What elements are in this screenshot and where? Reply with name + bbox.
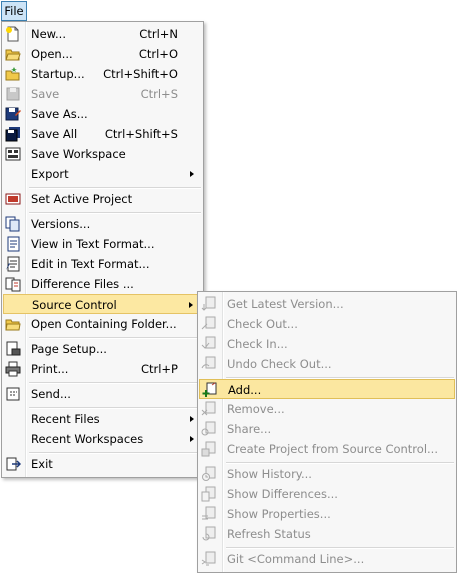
menu-bar: File — [0, 0, 457, 22]
exit-icon — [5, 456, 21, 472]
printer-icon — [5, 361, 21, 377]
menu-separator — [226, 462, 454, 463]
versions-icon — [5, 216, 21, 232]
folder-icon — [5, 316, 21, 332]
history-icon — [201, 466, 217, 482]
sc-item-add[interactable]: Add... — [199, 379, 455, 399]
menu-item-new[interactable]: New... Ctrl+N — [3, 24, 202, 44]
command-line-icon — [201, 551, 217, 567]
menu-item-print[interactable]: Print... Ctrl+P — [3, 359, 202, 379]
menu-item-save-workspace[interactable]: Save Workspace — [3, 144, 202, 164]
menu-item-edit-text-format[interactable]: Edit in Text Format... — [3, 254, 202, 274]
menu-item-recent-workspaces[interactable]: Recent Workspaces — [3, 429, 202, 449]
sc-item-git-command-line[interactable]: Git <Command Line>... — [199, 549, 455, 569]
menu-item-open-containing-folder[interactable]: Open Containing Folder... — [3, 314, 202, 334]
menu-separator — [29, 187, 201, 188]
menu-item-exit[interactable]: Exit — [3, 454, 202, 474]
sc-item-remove[interactable]: Remove... — [199, 399, 455, 419]
edit-text-icon — [5, 256, 21, 272]
open-folder-icon — [5, 46, 21, 62]
menu-item-difference-files[interactable]: Difference Files ... — [3, 274, 202, 294]
sc-item-undo-check-out[interactable]: Undo Check Out... — [199, 354, 455, 374]
refresh-icon — [201, 526, 217, 542]
menu-item-open[interactable]: Open... Ctrl+O — [3, 44, 202, 64]
menu-item-save-all[interactable]: Save All Ctrl+Shift+S — [3, 124, 202, 144]
sc-item-share[interactable]: Share... — [199, 419, 455, 439]
properties-icon — [201, 506, 217, 522]
save-disk-icon — [5, 86, 21, 102]
remove-icon — [201, 401, 217, 417]
differences-icon — [201, 486, 217, 502]
send-icon — [5, 386, 21, 402]
sc-item-refresh-status[interactable]: Refresh Status — [199, 524, 455, 544]
share-icon — [201, 421, 217, 437]
check-in-icon — [201, 336, 217, 352]
menu-item-set-active-project[interactable]: Set Active Project — [3, 189, 202, 209]
project-icon — [5, 191, 21, 207]
undo-check-out-icon — [201, 356, 217, 372]
menu-separator — [29, 382, 201, 383]
add-to-source-control-icon — [202, 382, 218, 398]
startup-folder-icon — [5, 66, 21, 82]
menu-item-save[interactable]: Save Ctrl+S — [3, 84, 202, 104]
menu-item-page-setup[interactable]: Page Setup... — [3, 339, 202, 359]
save-all-icon — [5, 126, 21, 142]
source-control-submenu: Get Latest Version... Check Out... Check… — [197, 291, 457, 573]
menu-item-versions[interactable]: Versions... — [3, 214, 202, 234]
file-menu-button[interactable]: File — [1, 1, 27, 21]
sc-item-show-properties[interactable]: Show Properties... — [199, 504, 455, 524]
submenu-arrow-icon — [190, 171, 194, 177]
sc-item-check-out[interactable]: Check Out... — [199, 314, 455, 334]
menu-item-save-as[interactable]: Save As... — [3, 104, 202, 124]
menu-item-source-control[interactable]: Source Control — [3, 294, 202, 314]
save-as-icon — [5, 106, 21, 122]
menu-item-export[interactable]: Export — [3, 164, 202, 184]
menu-separator — [29, 407, 201, 408]
sc-item-check-in[interactable]: Check In... — [199, 334, 455, 354]
menu-item-send[interactable]: Send... — [3, 384, 202, 404]
menu-item-startup[interactable]: Startup... Ctrl+Shift+O — [3, 64, 202, 84]
file-menu: New... Ctrl+N Open... Ctrl+O Startup... … — [1, 21, 204, 478]
menu-separator — [226, 377, 454, 378]
sc-item-show-differences[interactable]: Show Differences... — [199, 484, 455, 504]
sc-item-create-project[interactable]: Create Project from Source Control... — [199, 439, 455, 459]
menu-separator — [29, 212, 201, 213]
submenu-arrow-icon — [190, 436, 194, 442]
menu-item-recent-files[interactable]: Recent Files — [3, 409, 202, 429]
menu-separator — [29, 337, 201, 338]
diff-files-icon — [5, 276, 21, 292]
menu-separator — [226, 547, 454, 548]
submenu-arrow-icon — [189, 302, 193, 308]
get-latest-icon — [201, 296, 217, 312]
page-setup-icon — [5, 341, 21, 357]
sc-item-get-latest-version[interactable]: Get Latest Version... — [199, 294, 455, 314]
save-workspace-icon — [5, 146, 21, 162]
create-project-icon — [201, 441, 217, 457]
view-text-icon — [5, 236, 21, 252]
sc-item-show-history[interactable]: Show History... — [199, 464, 455, 484]
submenu-arrow-icon — [190, 416, 194, 422]
menu-item-view-text-format[interactable]: View in Text Format... — [3, 234, 202, 254]
check-out-icon — [201, 316, 217, 332]
new-file-icon — [5, 26, 21, 42]
menu-separator — [29, 452, 201, 453]
